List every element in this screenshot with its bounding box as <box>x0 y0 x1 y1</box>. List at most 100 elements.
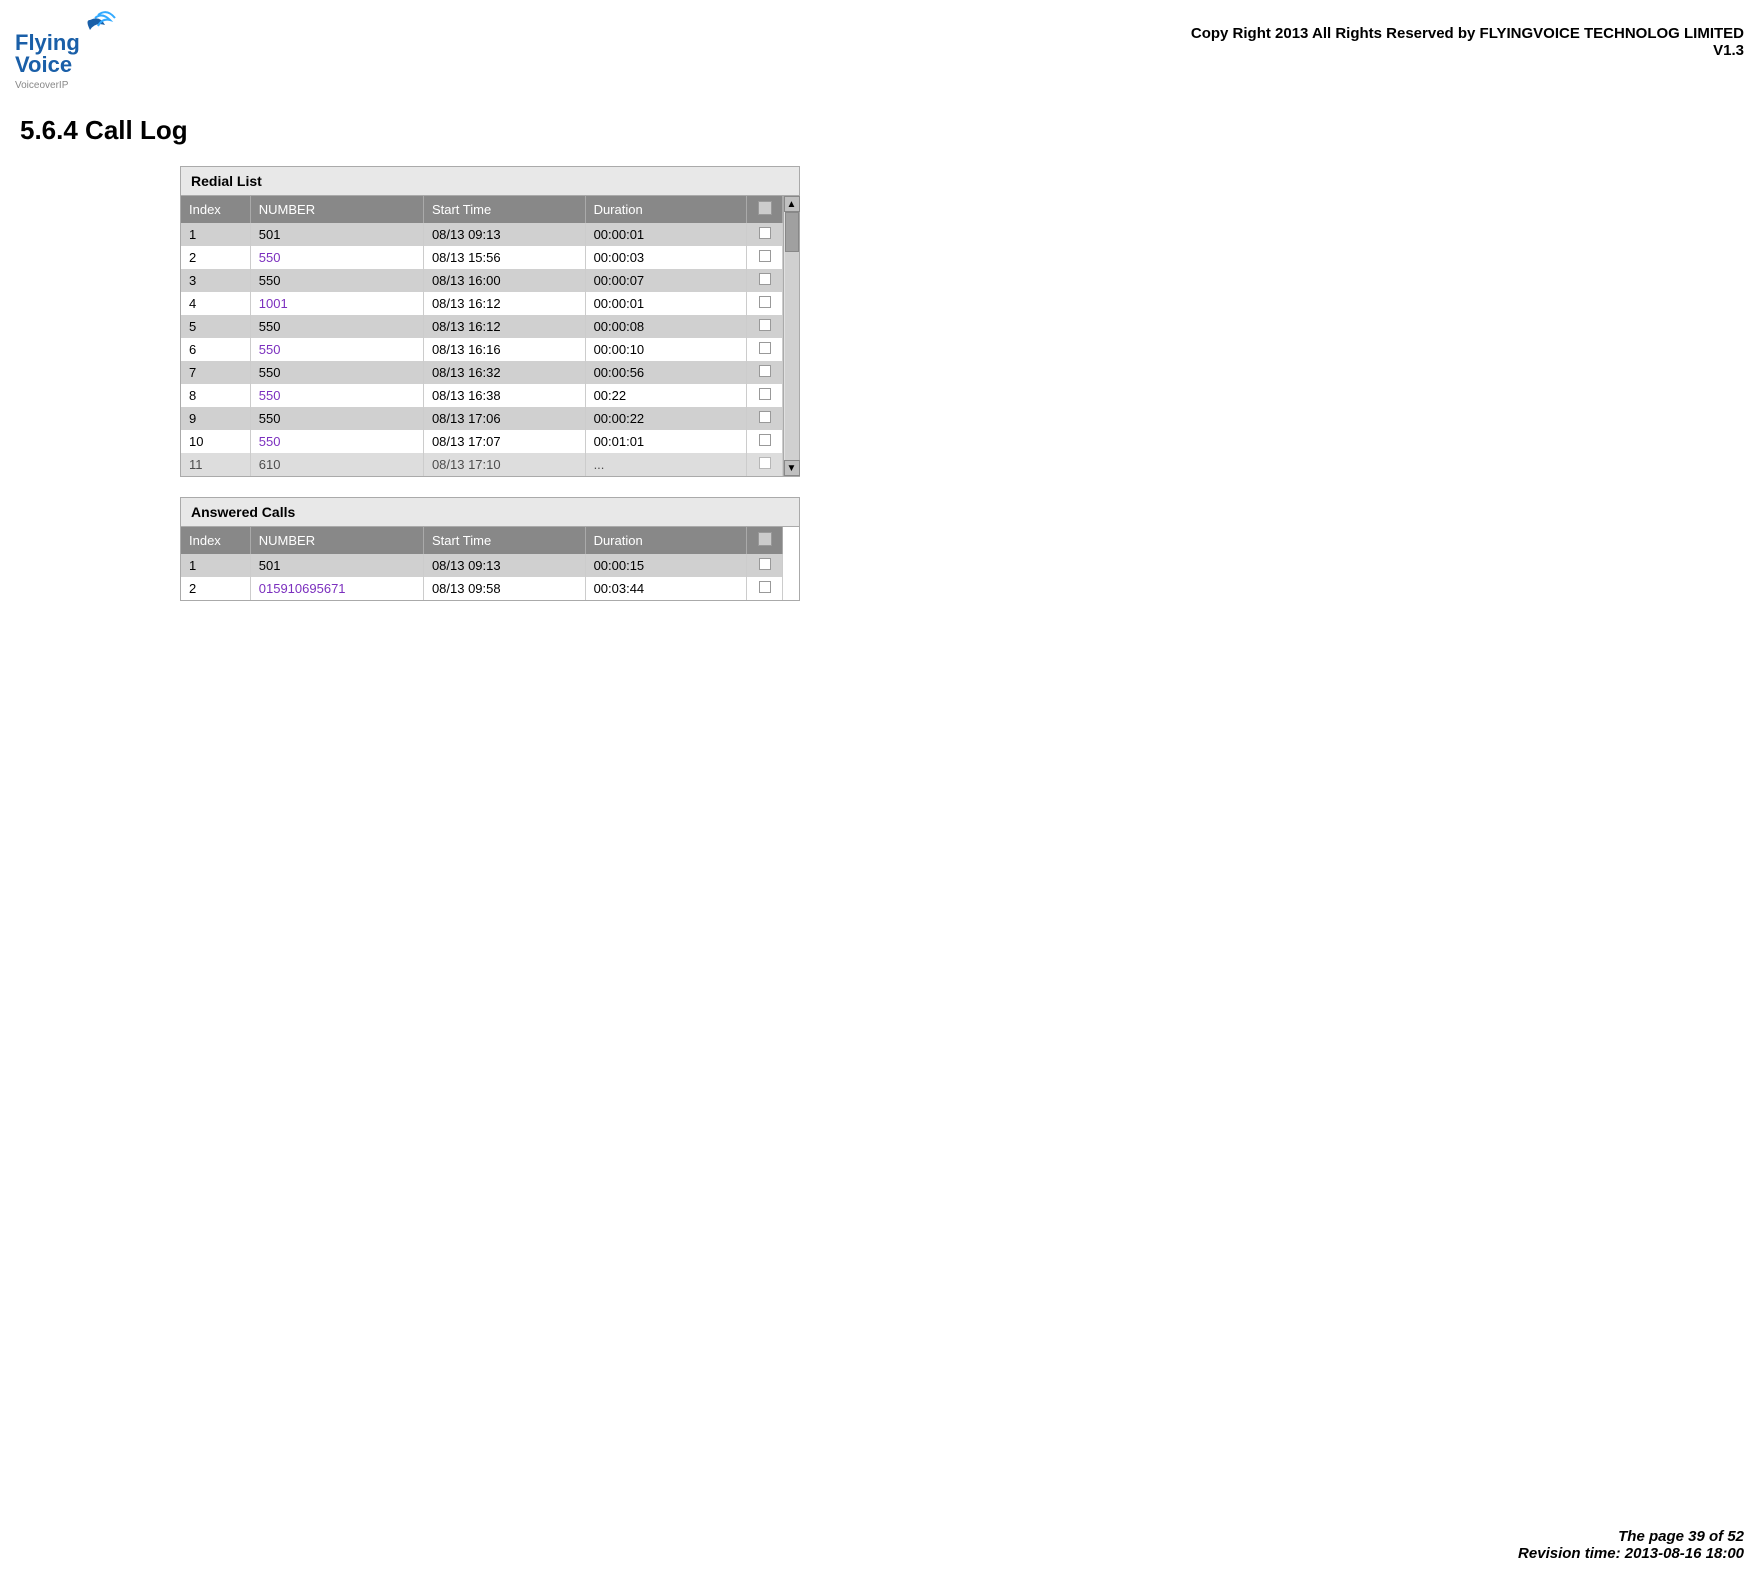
redial-scrollbar[interactable]: ▲ ▼ <box>783 196 799 476</box>
row-checkbox-cell[interactable] <box>747 292 783 315</box>
row-number: 550 <box>250 384 423 407</box>
row-duration: 00:00:01 <box>585 292 747 315</box>
row-index: 1 <box>181 554 250 577</box>
row-start-time: 08/13 17:10 <box>423 453 585 476</box>
row-index: 7 <box>181 361 250 384</box>
select-all-answered-checkbox[interactable] <box>758 532 772 546</box>
col-duration: Duration <box>585 527 747 554</box>
row-checkbox-cell[interactable] <box>747 361 783 384</box>
page-header: Flying Voice VoiceoverIP Copy Right 2013… <box>0 0 1764 105</box>
answered-calls-header: Answered Calls <box>181 498 799 527</box>
row-duration: 00:03:44 <box>585 577 747 600</box>
row-checkbox[interactable] <box>759 558 771 570</box>
svg-text:Voice: Voice <box>15 52 72 77</box>
table-row: 3 550 08/13 16:00 00:00:07 <box>181 269 783 292</box>
row-checkbox-cell[interactable] <box>747 223 783 246</box>
row-index: 9 <box>181 407 250 430</box>
col-duration: Duration <box>585 196 747 223</box>
scroll-track <box>785 212 799 460</box>
row-start-time: 08/13 09:13 <box>423 554 585 577</box>
row-number: 550 <box>250 269 423 292</box>
row-duration: 00:00:01 <box>585 223 747 246</box>
table-row: 9 550 08/13 17:06 00:00:22 <box>181 407 783 430</box>
answered-calls-table: Index NUMBER Start Time Duration 1 501 0… <box>181 527 783 600</box>
copyright-text: Copy Right 2013 All Rights Reserved by F… <box>1191 10 1744 59</box>
answered-scrollbar <box>783 527 799 600</box>
table-row: 2 015910695671 08/13 09:58 00:03:44 <box>181 577 783 600</box>
row-number: 501 <box>250 223 423 246</box>
scroll-down-button[interactable]: ▼ <box>784 460 800 476</box>
row-index: 6 <box>181 338 250 361</box>
row-duration: 00:00:07 <box>585 269 747 292</box>
row-checkbox-cell[interactable] <box>747 246 783 269</box>
table-row: 8 550 08/13 16:38 00:22 <box>181 384 783 407</box>
select-all-checkbox[interactable] <box>758 201 772 215</box>
row-checkbox[interactable] <box>759 227 771 239</box>
row-checkbox-cell[interactable] <box>747 384 783 407</box>
row-checkbox[interactable] <box>759 457 771 469</box>
row-start-time: 08/13 09:13 <box>423 223 585 246</box>
row-index: 3 <box>181 269 250 292</box>
row-number: 015910695671 <box>250 577 423 600</box>
col-check-header[interactable] <box>747 196 783 223</box>
col-index: Index <box>181 527 250 554</box>
row-duration: 00:00:08 <box>585 315 747 338</box>
scroll-up-button[interactable]: ▲ <box>784 196 800 212</box>
col-number: NUMBER <box>250 527 423 554</box>
row-checkbox[interactable] <box>759 296 771 308</box>
col-index: Index <box>181 196 250 223</box>
redial-list-table: Index NUMBER Start Time Duration 1 501 0… <box>181 196 783 476</box>
row-number: 550 <box>250 338 423 361</box>
table-row: 10 550 08/13 17:07 00:01:01 <box>181 430 783 453</box>
row-duration: 00:00:15 <box>585 554 747 577</box>
redial-list-header: Redial List <box>181 167 799 196</box>
row-checkbox[interactable] <box>759 342 771 354</box>
row-checkbox-cell[interactable] <box>747 453 783 476</box>
answered-calls-section: Answered Calls Index NUMBER Start Time D… <box>180 497 800 601</box>
row-number: 550 <box>250 246 423 269</box>
row-start-time: 08/13 17:07 <box>423 430 585 453</box>
row-checkbox[interactable] <box>759 581 771 593</box>
col-check-header[interactable] <box>747 527 783 554</box>
row-number: 550 <box>250 430 423 453</box>
row-checkbox-cell[interactable] <box>747 269 783 292</box>
row-start-time: 08/13 16:38 <box>423 384 585 407</box>
row-number: 501 <box>250 554 423 577</box>
redial-list-table-wrapper: Index NUMBER Start Time Duration 1 501 0… <box>181 196 799 476</box>
row-number: 1001 <box>250 292 423 315</box>
row-index: 1 <box>181 223 250 246</box>
row-duration: 00:00:10 <box>585 338 747 361</box>
page-info: The page 39 of 52 <box>1518 1528 1744 1545</box>
row-index: 8 <box>181 384 250 407</box>
row-start-time: 08/13 15:56 <box>423 246 585 269</box>
row-checkbox[interactable] <box>759 365 771 377</box>
scroll-thumb[interactable] <box>785 212 799 252</box>
table-row: 1 501 08/13 09:13 00:00:01 <box>181 223 783 246</box>
row-checkbox-cell[interactable] <box>747 315 783 338</box>
row-checkbox-cell[interactable] <box>747 430 783 453</box>
revision-info: Revision time: 2013-08-16 18:00 <box>1518 1545 1744 1562</box>
row-checkbox[interactable] <box>759 411 771 423</box>
row-duration: 00:22 <box>585 384 747 407</box>
row-start-time: 08/13 16:12 <box>423 315 585 338</box>
row-checkbox[interactable] <box>759 273 771 285</box>
row-checkbox[interactable] <box>759 250 771 262</box>
table-row: 1 501 08/13 09:13 00:00:15 <box>181 554 783 577</box>
page-footer: The page 39 of 52 Revision time: 2013-08… <box>1518 1528 1744 1562</box>
table-row: 6 550 08/13 16:16 00:00:10 <box>181 338 783 361</box>
row-checkbox-cell[interactable] <box>747 407 783 430</box>
content-area: Redial List Index NUMBER Start Time Dura… <box>0 166 1764 601</box>
row-checkbox-cell[interactable] <box>747 338 783 361</box>
row-checkbox-cell[interactable] <box>747 554 783 577</box>
row-checkbox[interactable] <box>759 319 771 331</box>
row-checkbox-cell[interactable] <box>747 577 783 600</box>
row-checkbox[interactable] <box>759 434 771 446</box>
col-start-time: Start Time <box>423 527 585 554</box>
redial-list-section: Redial List Index NUMBER Start Time Dura… <box>180 166 800 477</box>
row-checkbox[interactable] <box>759 388 771 400</box>
answered-calls-table-wrapper: Index NUMBER Start Time Duration 1 501 0… <box>181 527 799 600</box>
logo: Flying Voice VoiceoverIP <box>10 10 130 105</box>
row-start-time: 08/13 16:16 <box>423 338 585 361</box>
row-start-time: 08/13 16:00 <box>423 269 585 292</box>
row-duration: 00:00:03 <box>585 246 747 269</box>
